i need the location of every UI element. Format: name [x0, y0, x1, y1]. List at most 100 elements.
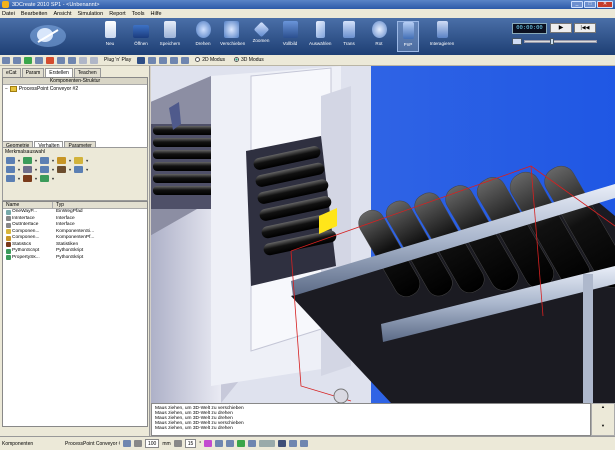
open-button[interactable]: Öffnen — [130, 21, 152, 46]
tab-erstellen[interactable]: Erstellen — [45, 68, 73, 77]
mode-2d-radio[interactable]: 2D Modus — [195, 57, 225, 63]
feature-path-icon[interactable] — [23, 157, 33, 164]
conveyor-foot — [333, 388, 349, 403]
minimize-button[interactable]: _ — [571, 1, 583, 8]
tab-teachen[interactable]: Teachen — [73, 68, 101, 77]
angle-field[interactable]: 15 — [184, 439, 197, 448]
scroll-up-icon[interactable]: ▲ — [592, 404, 614, 409]
toolbar-align-icon[interactable] — [79, 56, 87, 64]
mode-3d-label: 3D Modus — [241, 57, 264, 63]
grid-unit-label: mm — [162, 440, 171, 447]
toolbar-paste-icon[interactable] — [68, 56, 76, 64]
angle-snap-icon[interactable] — [173, 440, 182, 447]
list-item[interactable]: PropertySk... PythonSkript — [3, 255, 147, 262]
toolbar-copy-icon[interactable] — [57, 56, 65, 64]
feature-table-icon[interactable] — [6, 175, 15, 182]
column-type[interactable]: Typ — [53, 202, 64, 208]
3d-viewport[interactable] — [151, 66, 615, 403]
menu-report[interactable]: Report — [109, 11, 126, 17]
render-icon[interactable] — [289, 440, 298, 447]
tab-param[interactable]: Param — [21, 68, 45, 77]
select-button[interactable]: Auswählen — [309, 21, 331, 46]
feature-robot-icon[interactable] — [74, 166, 84, 173]
left-panel: eCat Param Erstellen Teachen Komponenten… — [0, 66, 150, 436]
toolbar-zoom-icon[interactable] — [13, 56, 21, 64]
maximize-button[interactable]: □ — [584, 1, 596, 8]
camera-icon[interactable] — [278, 440, 287, 447]
close-button[interactable]: ✕ — [597, 1, 613, 8]
menu-datei[interactable]: Datei — [2, 11, 15, 17]
pan-label: Verschieben — [220, 41, 246, 46]
signal-icon — [6, 229, 11, 235]
play-button[interactable]: ▶ — [550, 23, 572, 33]
interact-button[interactable]: Interagieren — [428, 21, 456, 46]
rotate-icon — [195, 21, 211, 38]
interface-icon — [6, 222, 11, 228]
feature-process-icon[interactable] — [40, 166, 50, 173]
feature-script-icon[interactable] — [40, 175, 50, 182]
toolbar-snap-icon[interactable] — [35, 56, 43, 64]
shading-icon[interactable] — [259, 440, 276, 447]
tree-node[interactable]: − ProcessPoint Conveyor #2 — [3, 85, 147, 93]
toolbar-snap2-icon[interactable] — [170, 56, 179, 64]
column-name[interactable]: Name — [3, 202, 53, 208]
toolbar-view-icon[interactable] — [181, 56, 190, 64]
pnp-button[interactable]: PnP — [397, 21, 419, 52]
toolbar-mirror-icon[interactable] — [46, 56, 54, 64]
app-logo-icon — [30, 25, 66, 47]
grid-icon[interactable] — [134, 440, 142, 447]
plug-n-play-label[interactable]: Plug 'n' Play — [104, 57, 131, 63]
new-button[interactable]: Neu — [99, 21, 121, 46]
feature-joint-icon[interactable] — [6, 166, 15, 173]
feature-sensor-icon[interactable] — [74, 157, 84, 164]
toolbar-measure2-icon[interactable] — [159, 56, 168, 64]
statistics-icon — [6, 242, 11, 248]
mode-3d-radio[interactable]: 3D Modus — [234, 57, 264, 63]
new-label: Neu — [105, 41, 115, 46]
expand-icon[interactable]: − — [5, 86, 8, 92]
menu-tools[interactable]: Tools — [132, 11, 145, 17]
feature-servo-icon[interactable] — [23, 166, 33, 173]
menu-hilfe[interactable]: Hilfe — [151, 11, 162, 17]
pan-button[interactable]: Verschieben — [220, 21, 246, 46]
toolbar-undo-icon[interactable] — [90, 56, 98, 64]
toolbar-align2-icon[interactable] — [148, 56, 157, 64]
fullscreen-button[interactable]: Vollbild — [279, 21, 301, 46]
menu-simulation[interactable]: Simulation — [78, 11, 104, 17]
align-icon[interactable] — [215, 440, 224, 447]
dimension-icon[interactable] — [237, 440, 246, 447]
feature-icons-row-1: ▾ ▾ ▾ ▾ ▾ — [3, 156, 147, 165]
translate-button[interactable]: Trans — [338, 21, 360, 46]
rotate-button[interactable]: Drehen — [192, 21, 214, 46]
save-button[interactable]: Speichern — [159, 21, 181, 46]
speed-controls — [512, 37, 597, 45]
menu-ansicht[interactable]: Ansicht — [53, 11, 71, 17]
feature-material-icon[interactable] — [57, 166, 67, 173]
output-scrollbar[interactable]: ▲ ▼ — [591, 403, 615, 436]
grid-size-field[interactable]: 100 — [145, 439, 160, 448]
speed-settings-icon[interactable] — [512, 37, 522, 45]
pick-icon[interactable] — [204, 440, 213, 447]
interact-icon — [436, 21, 448, 38]
toolbar-measure-icon[interactable] — [24, 56, 32, 64]
tab-ecat[interactable]: eCat — [2, 68, 21, 77]
speed-slider[interactable] — [524, 37, 597, 45]
rotate-object-button[interactable]: Rot — [368, 21, 390, 46]
toolbar-grid-icon[interactable] — [137, 56, 146, 64]
feature-interface-icon[interactable] — [57, 157, 67, 164]
scroll-down-icon[interactable]: ▼ — [592, 423, 614, 428]
feature-signal-icon[interactable] — [6, 157, 15, 164]
zoom-button[interactable]: Zoomen — [250, 21, 272, 43]
lock-view-icon[interactable] — [300, 440, 309, 447]
ribbon-toolbar: Neu Öffnen Speichern Drehen Verschieben … — [0, 18, 615, 55]
reset-button[interactable]: |◀◀ — [574, 23, 596, 33]
output-log: Maus ziehen, um 3D-Welt zu verschieben M… — [151, 403, 591, 436]
frame-icon[interactable] — [248, 440, 257, 447]
toolbar-select-icon[interactable] — [2, 56, 10, 64]
menu-bearbeiten[interactable]: Bearbeiten — [21, 11, 48, 17]
snap-icon[interactable] — [123, 440, 131, 447]
feature-container-icon[interactable] — [40, 157, 50, 164]
measure-icon[interactable] — [226, 440, 235, 447]
feature-statistics-icon[interactable] — [23, 175, 33, 182]
menu-bar: Datei Bearbeiten Ansicht Simulation Repo… — [0, 9, 615, 18]
